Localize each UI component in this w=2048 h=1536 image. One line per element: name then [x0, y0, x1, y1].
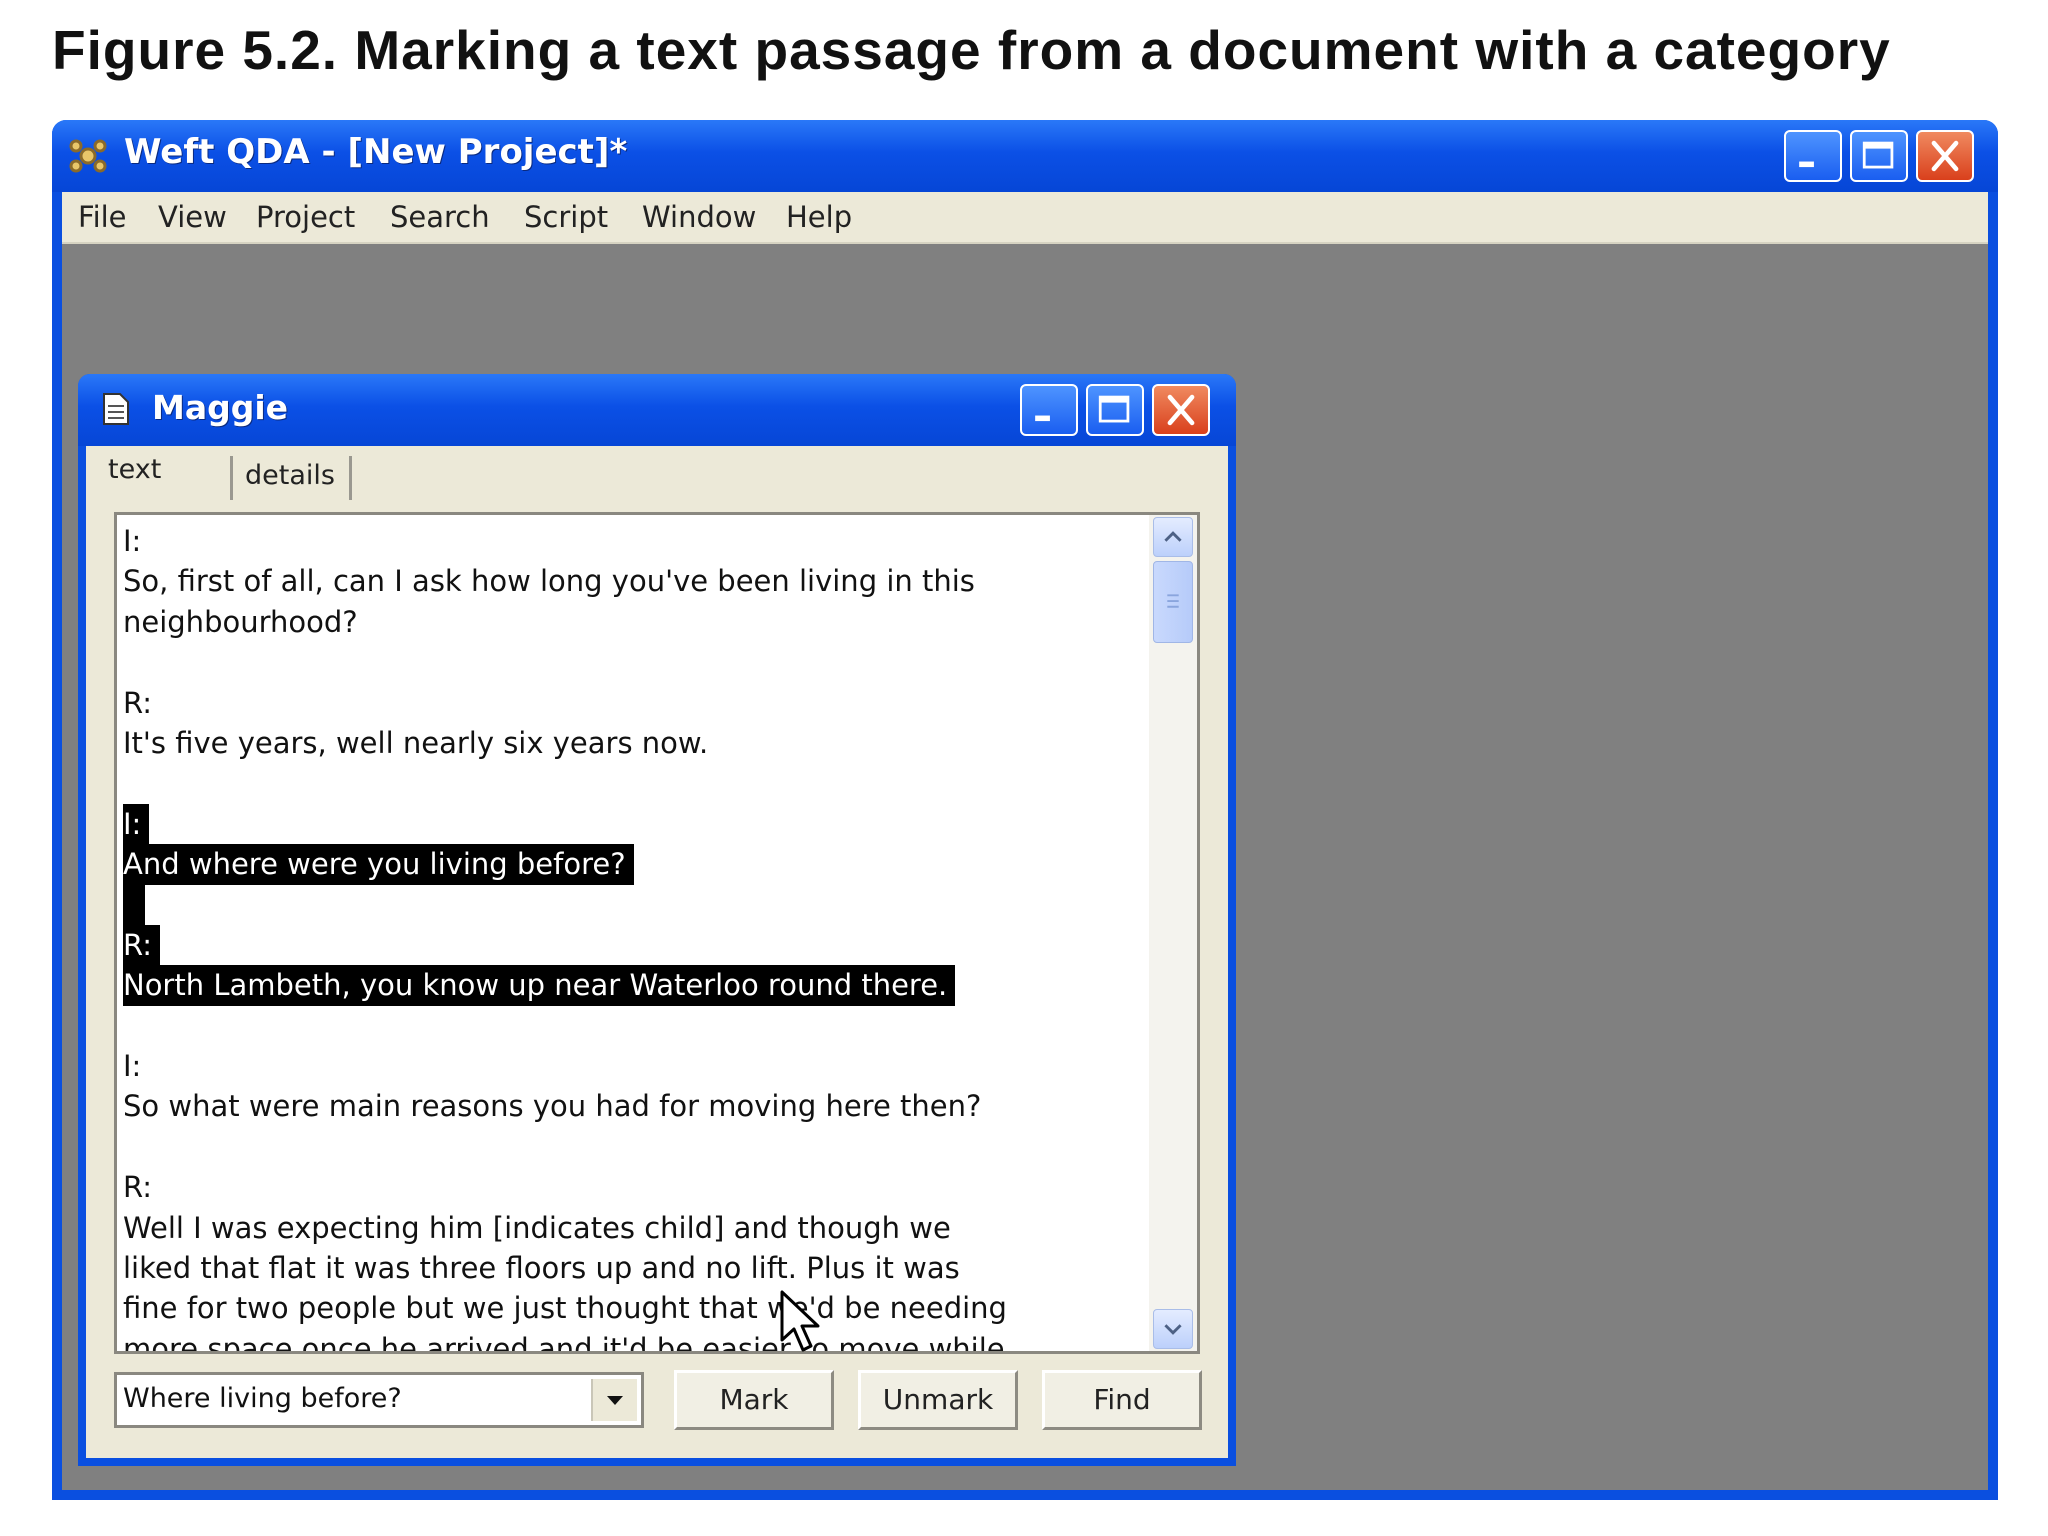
text-line — [123, 1006, 1123, 1046]
scroll-down-button[interactable] — [1153, 1309, 1193, 1349]
mark-button[interactable]: Mark — [674, 1370, 834, 1430]
line-text: neighbourhood? — [123, 604, 358, 639]
minimize-icon — [1799, 161, 1814, 168]
document-title: Maggie — [152, 388, 289, 427]
text-line: I: — [123, 521, 1123, 561]
tab-details[interactable]: details — [230, 456, 352, 500]
document-text[interactable]: I: So, first of all, can I ask how long y… — [123, 521, 1123, 1354]
line-text: I: — [123, 1049, 142, 1084]
app-title: Weft QDA - [New Project]* — [124, 132, 628, 172]
text-line: So what were main reasons you had for mo… — [123, 1086, 1123, 1126]
document-title-bar[interactable]: Maggie — [78, 374, 1236, 446]
selected-text: R: — [123, 924, 161, 966]
line-text: It's five years, well nearly six years n… — [123, 725, 709, 760]
line-text: So what were main reasons you had for mo… — [123, 1089, 982, 1124]
line-text: Well I was expecting him [indicates chil… — [123, 1210, 951, 1245]
close-icon — [1167, 394, 1195, 426]
document-minimize-button[interactable] — [1020, 384, 1078, 436]
category-dropdown-button[interactable] — [591, 1379, 637, 1421]
chevron-down-icon — [1164, 1324, 1182, 1335]
menu-window[interactable]: Window — [642, 200, 756, 234]
text-line: I: — [123, 803, 1123, 845]
menu-script[interactable]: Script — [524, 200, 608, 234]
line-text: fine for two people but we just thought … — [123, 1291, 1007, 1326]
maximize-icon — [1862, 141, 1894, 169]
mdi-workspace: Maggie text details I: So, first of all, … — [62, 244, 1988, 1490]
text-line: R: — [123, 924, 1123, 966]
scroll-thumb[interactable] — [1153, 561, 1193, 643]
menu-search[interactable]: Search — [390, 200, 490, 234]
text-line: I: — [123, 1046, 1123, 1086]
menu-view[interactable]: View — [158, 200, 227, 234]
text-line — [123, 884, 1123, 925]
text-line — [123, 642, 1123, 682]
text-line: neighbourhood? — [123, 602, 1123, 642]
text-line: And where were you living before? — [123, 844, 1123, 885]
line-text: So, first of all, can I ask how long you… — [123, 564, 975, 599]
weft-qda-logo-icon — [69, 139, 107, 173]
grip-icon — [1167, 594, 1179, 608]
close-icon — [1931, 140, 1959, 172]
maximize-icon — [1098, 395, 1130, 423]
mouse-pointer-icon — [780, 1290, 820, 1352]
menu-help[interactable]: Help — [786, 200, 852, 234]
selected-text: And where were you living before? — [123, 844, 634, 885]
scroll-up-button[interactable] — [1153, 517, 1193, 557]
figure-caption: Figure 5.2. Marking a text passage from … — [52, 19, 1891, 81]
document-icon — [103, 393, 129, 425]
line-text: liked that flat it was three floors up a… — [123, 1251, 960, 1286]
vertical-scrollbar[interactable] — [1149, 515, 1197, 1351]
text-line: more space once he arrived and it'd be e… — [123, 1329, 1123, 1354]
category-select-value: Where living before? — [123, 1383, 402, 1414]
tab-text[interactable]: text — [108, 454, 161, 485]
selected-text: I: — [123, 803, 150, 845]
category-select[interactable]: Where living before? — [114, 1372, 644, 1428]
minimize-icon — [1035, 415, 1050, 422]
menu-bar: File View Project Search Script Window H… — [62, 192, 1988, 244]
close-button[interactable] — [1916, 130, 1974, 182]
text-line: North Lambeth, you know up near Waterloo… — [123, 965, 1123, 1006]
text-line — [123, 763, 1123, 803]
document-body: text details I: So, first of all, can I a… — [86, 446, 1228, 1458]
text-line: Well I was expecting him [indicates chil… — [123, 1208, 1123, 1248]
line-text: R: — [123, 685, 153, 720]
text-line: It's five years, well nearly six years n… — [123, 723, 1123, 763]
text-line — [123, 1127, 1123, 1167]
selected-text — [123, 884, 145, 925]
main-title-bar[interactable]: Weft QDA - [New Project]* — [52, 120, 1998, 192]
text-line: So, first of all, can I ask how long you… — [123, 561, 1123, 601]
text-line: fine for two people but we just thought … — [123, 1288, 1123, 1328]
chevron-up-icon — [1164, 531, 1182, 542]
find-button[interactable]: Find — [1042, 1370, 1202, 1430]
unmark-button[interactable]: Unmark — [858, 1370, 1018, 1430]
document-window: Maggie text details I: So, first of all, … — [78, 374, 1236, 1466]
maximize-button[interactable] — [1850, 130, 1908, 182]
line-text: I: — [123, 524, 142, 558]
document-maximize-button[interactable] — [1086, 384, 1144, 436]
document-close-button[interactable] — [1152, 384, 1210, 436]
triangle-down-icon — [607, 1396, 623, 1405]
text-line: liked that flat it was three floors up a… — [123, 1248, 1123, 1288]
main-window: Weft QDA - [New Project]* File View Proj… — [52, 120, 1998, 1500]
menu-project[interactable]: Project — [256, 200, 355, 234]
line-text: more space once he arrived and it'd be e… — [123, 1331, 1005, 1354]
document-text-area[interactable]: I: So, first of all, can I ask how long y… — [114, 512, 1200, 1354]
minimize-button[interactable] — [1784, 130, 1842, 182]
line-text: R: — [123, 1170, 153, 1205]
text-line: R: — [123, 1167, 1123, 1207]
menu-file[interactable]: File — [78, 200, 127, 234]
selected-text: North Lambeth, you know up near Waterloo… — [123, 965, 956, 1006]
text-line: R: — [123, 683, 1123, 723]
